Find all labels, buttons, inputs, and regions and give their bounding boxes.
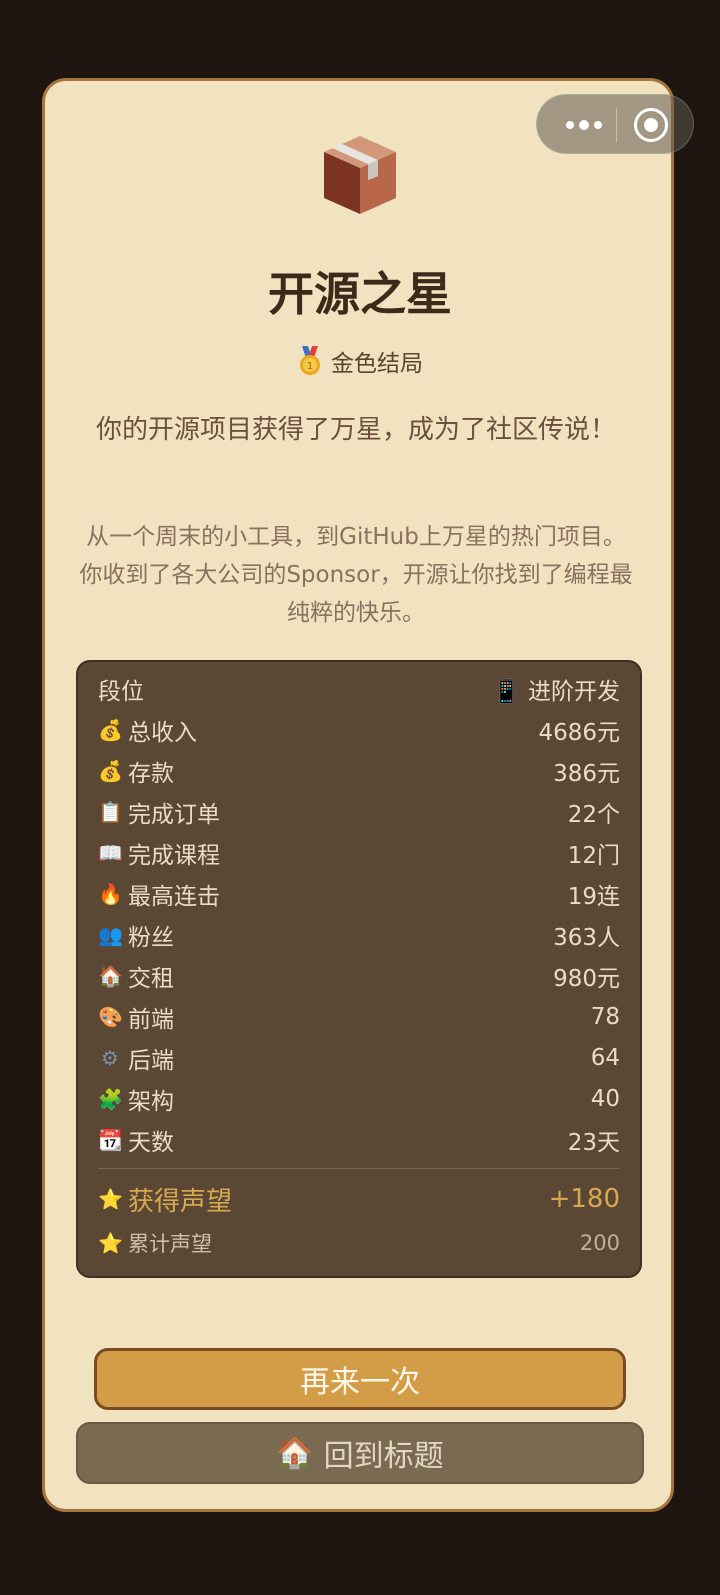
stat-label: 天数 (128, 1129, 174, 1156)
stat-label: 获得声望 (128, 1186, 233, 1217)
stat-value: 4686元 (538, 719, 620, 746)
stat-row-combo: 🔥 最高连击 19连 (98, 873, 620, 914)
back-to-title-label: 回到标题 (323, 1439, 444, 1474)
house-icon: 🏠 (276, 1435, 314, 1471)
stat-label: 存款 (128, 760, 174, 787)
stat-row-fans: 👥 粉丝 363人 (98, 914, 620, 955)
house-icon: 🏠 (98, 963, 123, 988)
stat-value: 22个 (567, 801, 620, 828)
stat-row-frontend: 🎨 前端 78 (98, 996, 620, 1037)
stat-value: 980元 (553, 965, 620, 992)
calendar-icon: 📆 (98, 1127, 123, 1152)
stat-row-days: 📆 天数 23天 (98, 1119, 620, 1160)
stat-value: +180 (548, 1184, 620, 1214)
stat-row-backend: ⚙ 后端 64 (98, 1037, 620, 1078)
stat-label: 架构 (128, 1088, 174, 1115)
stat-row-rank: 段位 📱 进阶开发 (98, 668, 620, 709)
palette-icon: 🎨 (98, 1004, 123, 1029)
stat-label: 交租 (128, 965, 174, 992)
stat-label: 段位 (98, 678, 144, 705)
clipboard-icon: 📋 (98, 799, 123, 824)
stat-value: 40 (590, 1085, 620, 1112)
stat-row-reputation-gain: ⭐ 获得声望 +180 (98, 1175, 620, 1223)
ending-description: 从一个周末的小工具，到GitHub上万星的热门项目。你收到了各大公司的Spons… (79, 524, 633, 626)
capsule-divider (616, 108, 617, 142)
stat-row-architecture: 🧩 架构 40 (98, 1078, 620, 1119)
stat-label: 粉丝 (128, 924, 174, 951)
stat-label: 完成订单 (128, 801, 220, 828)
book-icon: 📖 (98, 840, 123, 865)
more-options-icon[interactable] (553, 95, 615, 155)
stat-row-reputation-total: ⭐ 累计声望 200 (98, 1223, 620, 1263)
stats-panel: 段位 📱 进阶开发 💰 总收入 4686元 💰 存款 386元 📋 完成订单 22个 … (76, 660, 642, 1278)
star-icon: ⭐ (98, 1231, 123, 1255)
puzzle-icon: 🧩 (98, 1086, 123, 1111)
close-target-icon[interactable] (634, 108, 668, 142)
stat-value: 19连 (567, 883, 620, 910)
ending-title: 开源之星 (268, 267, 452, 321)
stat-row-savings: 💰 存款 386元 (98, 750, 620, 791)
ending-type: 1 金色结局 (42, 344, 678, 378)
star-icon: ⭐ (98, 1187, 123, 1211)
play-again-button[interactable]: 再来一次 (94, 1348, 626, 1410)
money-bag-icon: 💰 (98, 717, 123, 742)
stat-label: 总收入 (128, 719, 197, 746)
stat-value: 200 (579, 1231, 620, 1255)
ending-headline: 你的开源项目获得了万星，成为了社区传说！ (95, 415, 616, 445)
stat-label: 最高连击 (128, 883, 220, 910)
gold-medal-icon: 1 (300, 346, 320, 375)
stat-row-courses: 📖 完成课程 12门 (98, 832, 620, 873)
stat-row-income: 💰 总收入 4686元 (98, 709, 620, 750)
stat-value: 386元 (553, 760, 620, 787)
people-icon: 👥 (98, 922, 123, 947)
fire-icon: 🔥 (98, 881, 123, 906)
stats-divider (98, 1168, 620, 1169)
stat-label: 完成课程 (128, 842, 220, 869)
stat-value: 12门 (567, 842, 620, 869)
ending-label: 金色结局 (331, 351, 423, 377)
package-box-icon (324, 136, 396, 214)
stat-label: 前端 (128, 1006, 174, 1033)
stat-value: 78 (590, 1003, 620, 1030)
stat-label: 后端 (128, 1047, 174, 1074)
stat-row-rent: 🏠 交租 980元 (98, 955, 620, 996)
mini-program-capsule (536, 94, 694, 154)
stat-value: 📱 进阶开发 (492, 678, 620, 705)
stat-row-orders: 📋 完成订单 22个 (98, 791, 620, 832)
svg-text:1: 1 (307, 361, 313, 372)
money-bag-icon: 💰 (98, 758, 123, 783)
stat-value: 64 (590, 1044, 620, 1071)
stat-value: 363人 (553, 924, 620, 951)
back-to-title-button[interactable]: 🏠 回到标题 (76, 1422, 644, 1484)
gear-icon: ⚙ (101, 1045, 119, 1070)
stat-value: 23天 (567, 1129, 620, 1156)
stat-label: 累计声望 (128, 1232, 212, 1256)
